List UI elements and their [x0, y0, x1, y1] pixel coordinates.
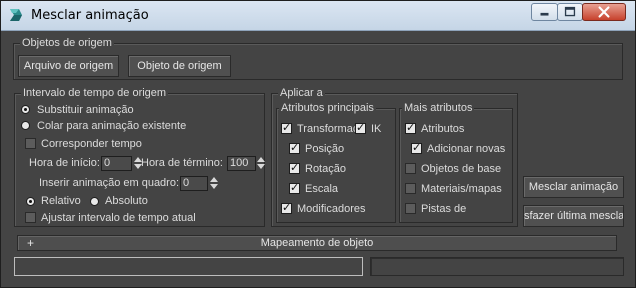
- replace-animation-radio[interactable]: [21, 105, 30, 114]
- rotation-checkbox[interactable]: [289, 161, 300, 174]
- source-time-range-legend: Intervalo de tempo de origem: [21, 86, 169, 100]
- transform-label[interactable]: Transformaç: [297, 122, 355, 136]
- close-button[interactable]: [582, 3, 626, 21]
- end-time-label: Hora de término:: [141, 157, 223, 169]
- modifiers-checkbox[interactable]: [281, 201, 292, 214]
- paste-existing-label[interactable]: Colar para animação existente: [37, 119, 186, 133]
- ik-label[interactable]: IK: [371, 122, 381, 136]
- more-attributes-legend: Mais atributos: [402, 101, 475, 115]
- relative-label[interactable]: Relativo: [41, 194, 81, 208]
- tracks-checkbox[interactable]: [405, 203, 416, 214]
- merge-animation-button[interactable]: Mesclar animação: [523, 176, 624, 198]
- absolute-label[interactable]: Absoluto: [105, 194, 148, 208]
- main-attributes-group: Atributos principais Transformaç IK Posi…: [276, 101, 396, 223]
- absolute-radio[interactable]: [90, 197, 99, 206]
- object-mapping-rollout[interactable]: + Mapeamento de objeto: [17, 235, 617, 251]
- more-attributes-group: Mais atributos Atributos Adicionar novas…: [399, 101, 513, 223]
- start-time-field[interactable]: 0: [101, 156, 132, 171]
- source-file-button[interactable]: Arquivo de origem: [18, 55, 119, 77]
- maximize-button[interactable]: [557, 3, 583, 21]
- source-time-range-group: Intervalo de tempo de origem Substituir …: [14, 86, 265, 227]
- status-field: [370, 257, 624, 276]
- source-objects-legend: Objetos de origem: [20, 36, 114, 50]
- close-icon: [598, 6, 610, 18]
- spinner-up-icon: [210, 177, 218, 182]
- prompt-field[interactable]: [14, 257, 363, 276]
- scale-checkbox[interactable]: [289, 181, 300, 194]
- insert-frame-label: Inserir animação em quadro:: [39, 177, 180, 189]
- title-bar[interactable]: Mesclar animação: [1, 1, 635, 31]
- start-time-label: Hora de início:: [29, 157, 100, 169]
- match-time-checkbox[interactable]: [25, 138, 36, 149]
- position-label[interactable]: Posição: [305, 142, 344, 156]
- match-time-label[interactable]: Corresponder tempo: [41, 137, 142, 151]
- spinner-down-icon: [257, 164, 265, 169]
- tracks-label[interactable]: Pistas de: [421, 202, 466, 216]
- spinner-up-icon: [257, 157, 265, 162]
- materials-label[interactable]: Materiais/mapas: [421, 182, 511, 196]
- maximize-icon: [564, 6, 576, 17]
- apply-to-legend: Aplicar a: [278, 86, 325, 100]
- materials-checkbox[interactable]: [405, 183, 416, 194]
- adjust-time-range-label[interactable]: Ajustar intervalo de tempo atual: [41, 211, 196, 225]
- minimize-button[interactable]: [531, 3, 558, 21]
- ik-checkbox[interactable]: [355, 121, 366, 134]
- dialog-content: Objetos de origem Arquivo de origem Obje…: [1, 31, 635, 287]
- end-time-field[interactable]: 100: [227, 156, 256, 171]
- attributes-label[interactable]: Atributos: [421, 122, 464, 136]
- replace-animation-label[interactable]: Substituir animação: [37, 103, 134, 117]
- object-mapping-title: Mapeamento de objeto: [260, 237, 374, 249]
- transform-checkbox[interactable]: [281, 121, 292, 134]
- paste-existing-radio[interactable]: [21, 121, 30, 130]
- base-objects-checkbox[interactable]: [405, 163, 416, 174]
- add-new-label[interactable]: Adicionar novas: [427, 142, 511, 156]
- undo-last-merge-button[interactable]: sfazer última mesclag: [523, 205, 624, 227]
- minimize-icon: [540, 12, 549, 16]
- position-checkbox[interactable]: [289, 141, 300, 154]
- apply-to-group: Aplicar a Atributos principais Transform…: [271, 86, 518, 227]
- modifiers-label[interactable]: Modificadores: [297, 202, 391, 216]
- relative-radio[interactable]: [26, 197, 35, 206]
- add-new-checkbox[interactable]: [411, 141, 422, 154]
- main-attributes-legend: Atributos principais: [279, 101, 376, 115]
- scale-label[interactable]: Escala: [305, 182, 338, 196]
- spinner-down-icon: [210, 184, 218, 189]
- rotation-label[interactable]: Rotação: [305, 162, 346, 176]
- window-title: Mesclar animação: [31, 8, 149, 23]
- insert-frame-field[interactable]: 0: [180, 176, 208, 191]
- 3dsmax-logo-icon: [10, 9, 22, 21]
- insert-frame-spinner[interactable]: [210, 176, 218, 191]
- attributes-checkbox[interactable]: [405, 121, 416, 134]
- merge-animation-window: Mesclar animação Objetos de origem Arqui…: [0, 0, 636, 288]
- source-object-button[interactable]: Objeto de origem: [128, 55, 231, 77]
- adjust-time-range-checkbox[interactable]: [25, 212, 36, 223]
- source-objects-group: Objetos de origem Arquivo de origem Obje…: [13, 36, 623, 80]
- end-time-spinner[interactable]: [257, 156, 265, 171]
- base-objects-label[interactable]: Objetos de base: [421, 162, 511, 176]
